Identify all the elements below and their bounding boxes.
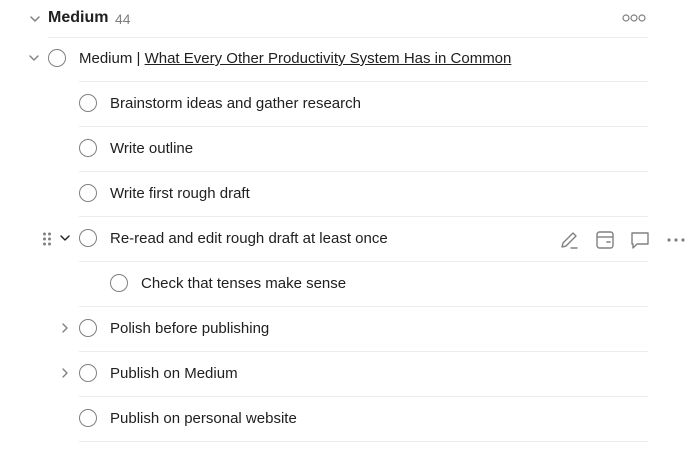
task-title[interactable]: Publish on Medium — [110, 365, 238, 382]
subtask-row[interactable]: Publish on personal website — [0, 397, 700, 442]
task-checkbox[interactable] — [79, 409, 97, 427]
schedule-icon[interactable] — [594, 229, 616, 251]
comment-icon[interactable] — [629, 229, 651, 251]
task-row[interactable]: Medium | What Every Other Productivity S… — [0, 37, 700, 82]
subtask-row[interactable]: Brainstorm ideas and gather research — [0, 82, 700, 127]
edit-icon[interactable] — [558, 229, 580, 251]
more-horizontal-icon[interactable] — [665, 229, 687, 251]
task-title[interactable]: Re-read and edit rough draft at least on… — [110, 230, 388, 247]
subtask-row-hovered[interactable]: Re-read and edit rough draft at least on… — [0, 217, 700, 262]
task-checkbox[interactable] — [79, 139, 97, 157]
more-horizontal-icon[interactable] — [620, 9, 650, 27]
task-checkbox[interactable] — [79, 364, 97, 382]
task-title-prefix: Medium | — [79, 50, 145, 67]
section-task-count: 44 — [115, 11, 131, 27]
chevron-down-icon[interactable] — [28, 12, 42, 26]
task-title[interactable]: Polish before publishing — [110, 320, 269, 337]
task-title[interactable]: Brainstorm ideas and gather research — [110, 95, 361, 112]
task-title[interactable]: Write outline — [110, 140, 193, 157]
chevron-down-icon[interactable] — [59, 232, 71, 244]
section-title: Medium — [48, 9, 109, 26]
chevron-right-icon[interactable] — [59, 322, 71, 334]
chevron-down-icon[interactable] — [28, 52, 40, 64]
drag-handle-icon[interactable] — [42, 231, 52, 247]
section-header: Medium 44 — [0, 0, 700, 38]
subtask-row[interactable]: Publish on Medium — [0, 352, 700, 397]
chevron-right-icon[interactable] — [59, 367, 71, 379]
subtask-row[interactable]: Polish before publishing — [0, 307, 700, 352]
subtask-row[interactable]: Write outline — [0, 127, 700, 172]
task-title[interactable]: Medium | What Every Other Productivity S… — [79, 50, 511, 67]
divider — [79, 441, 648, 442]
task-hover-actions — [532, 224, 697, 254]
nested-subtask-row[interactable]: Check that tenses make sense — [0, 262, 700, 307]
task-title[interactable]: Write first rough draft — [110, 185, 250, 202]
task-title[interactable]: Publish on personal website — [110, 410, 297, 427]
task-checkbox[interactable] — [48, 49, 66, 67]
task-checkbox[interactable] — [79, 184, 97, 202]
task-checkbox[interactable] — [79, 319, 97, 337]
task-title-link[interactable]: What Every Other Productivity System Has… — [145, 50, 512, 67]
task-checkbox[interactable] — [79, 229, 97, 247]
task-checkbox[interactable] — [110, 274, 128, 292]
task-checkbox[interactable] — [79, 94, 97, 112]
subtask-row[interactable]: Write first rough draft — [0, 172, 700, 217]
task-title[interactable]: Check that tenses make sense — [141, 275, 346, 292]
